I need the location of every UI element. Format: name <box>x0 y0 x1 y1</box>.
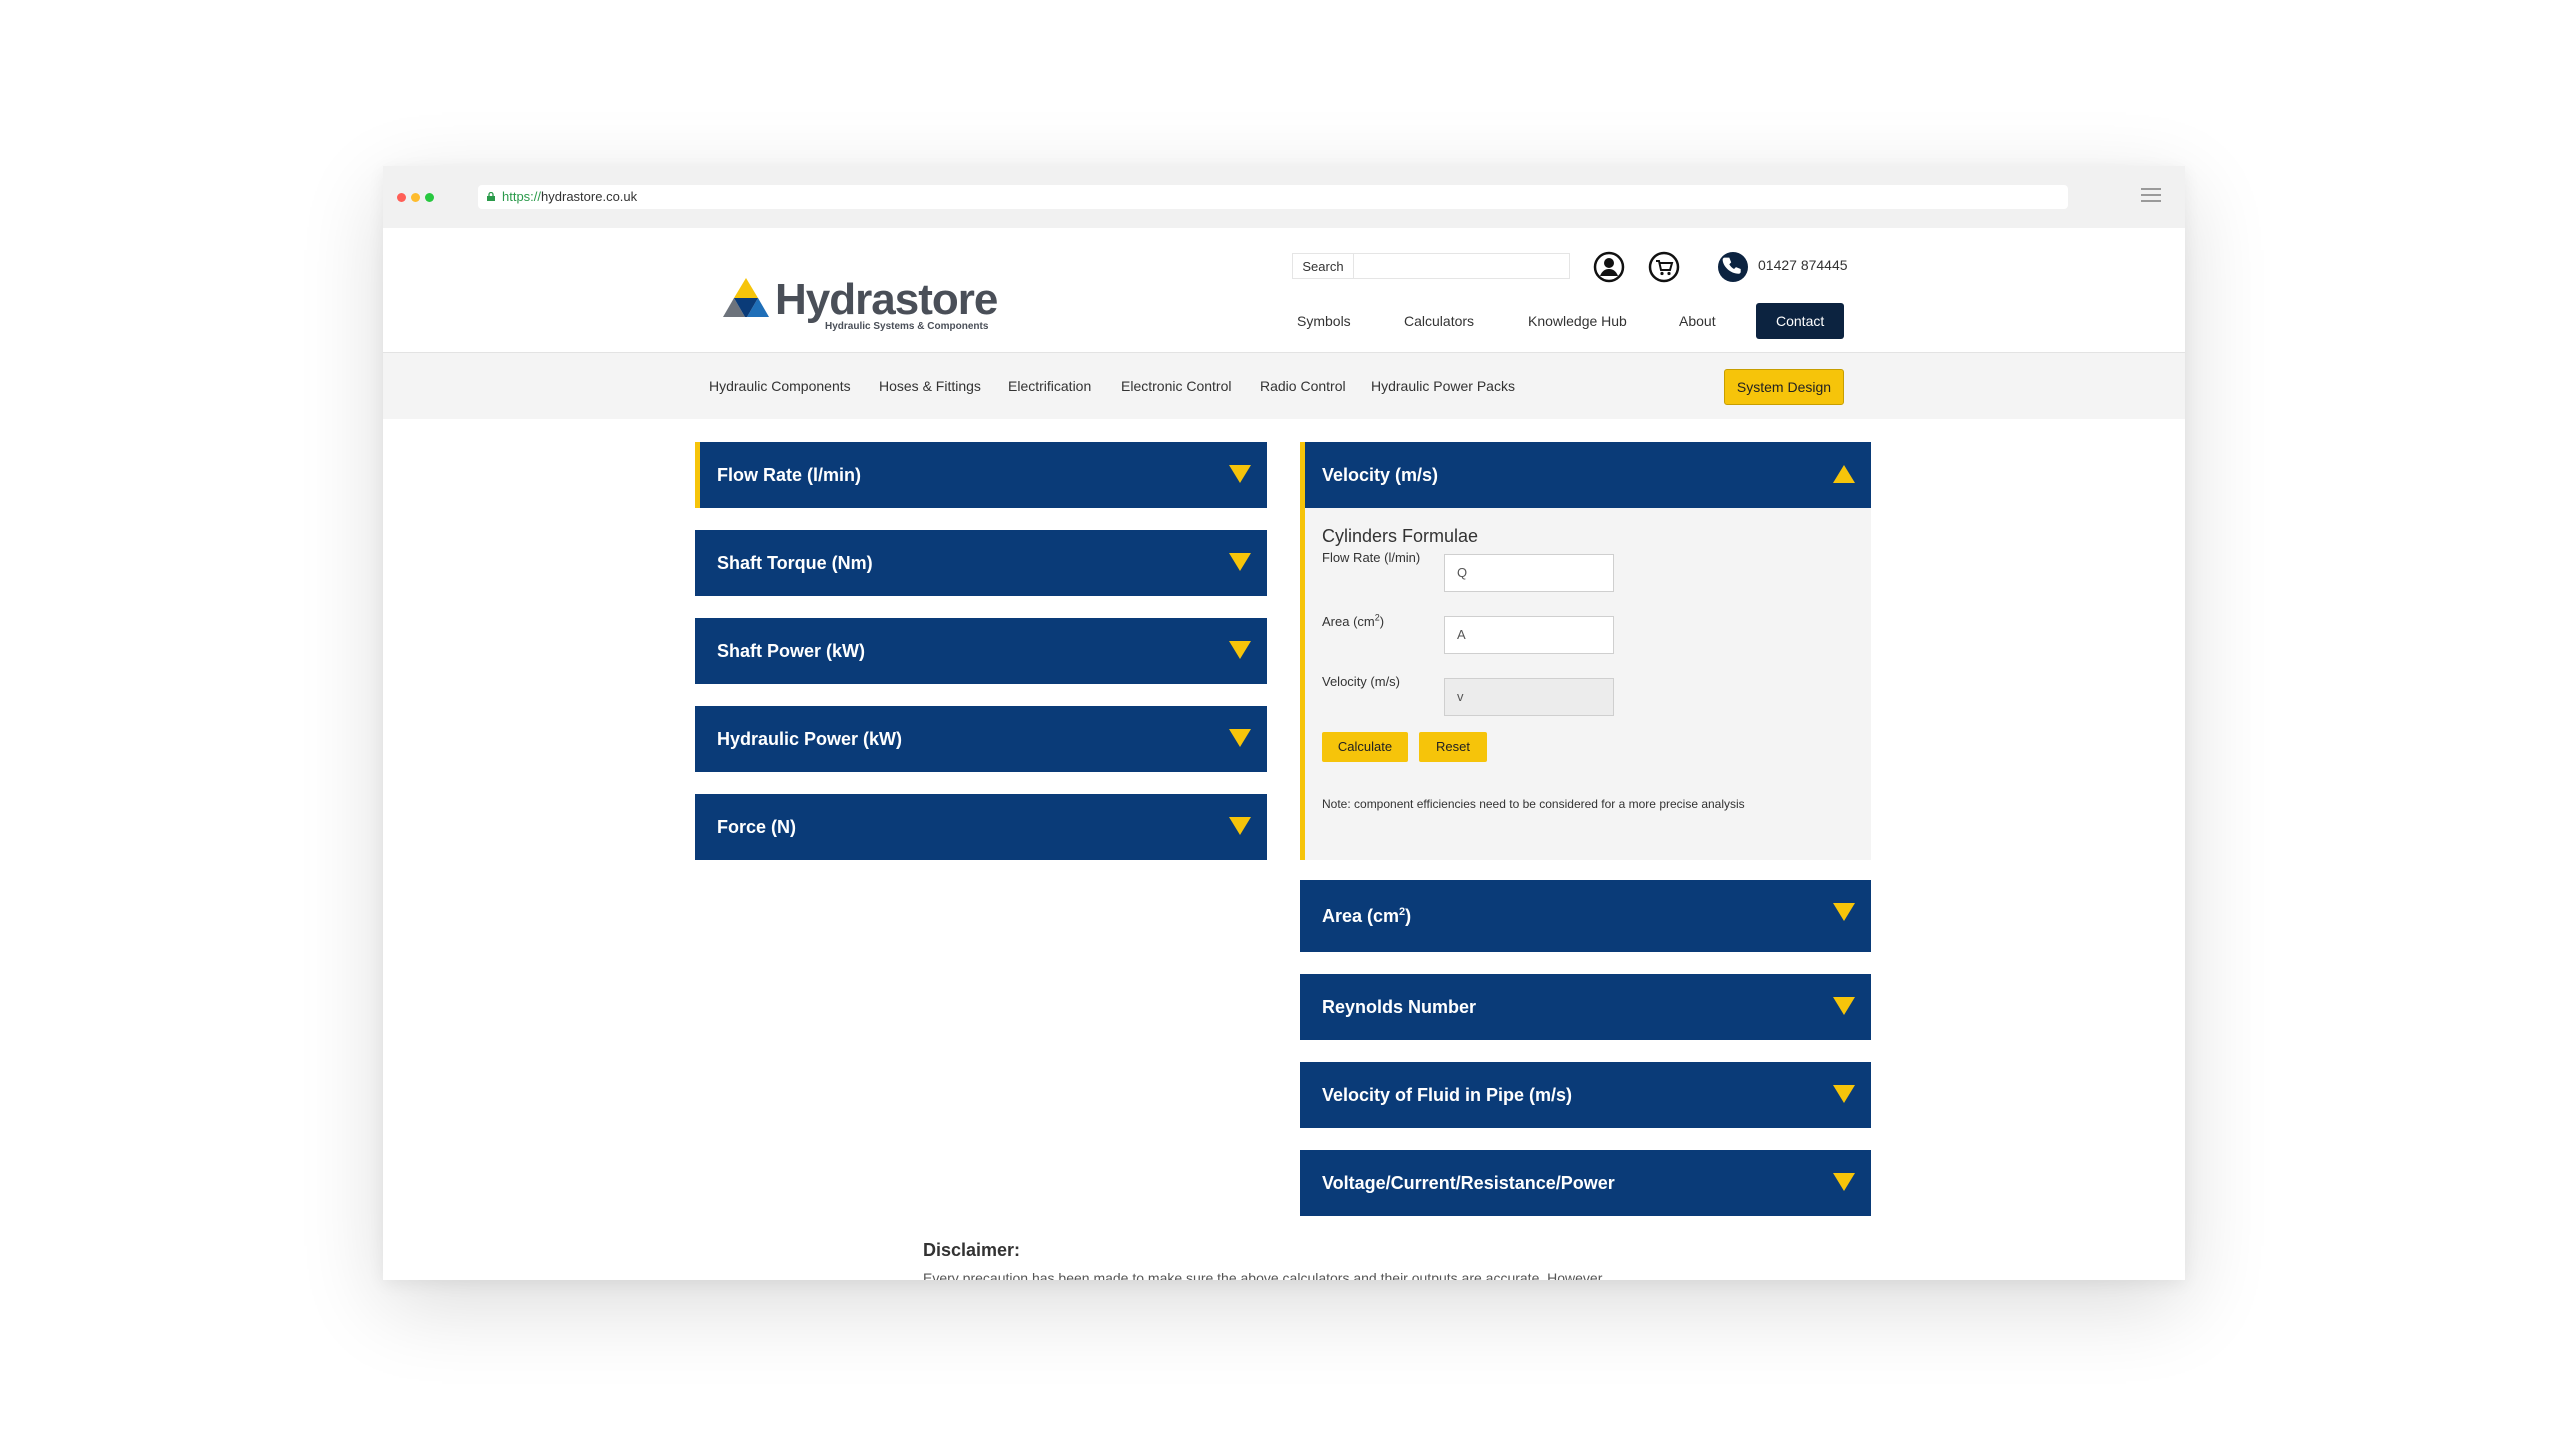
nav-symbols[interactable]: Symbols <box>1297 303 1351 339</box>
category-electrification[interactable]: Electrification <box>1008 353 1091 419</box>
logo-wordmark: Hydrastore <box>775 275 998 324</box>
phone-number[interactable]: 01427 874445 <box>1758 257 1848 273</box>
area-input[interactable]: A <box>1444 616 1614 654</box>
reset-button[interactable]: Reset <box>1419 732 1487 762</box>
disclaimer-heading: Disclaimer: <box>923 1240 1021 1260</box>
hydrastore-logo[interactable]: Hydrastore Hydraulic Systems & Component… <box>723 274 1023 336</box>
system-design-button[interactable]: System Design <box>1724 369 1844 405</box>
accordion-title: Voltage/Current/Resistance/Power <box>1322 1173 1615 1193</box>
chevron-down-icon <box>1229 465 1251 483</box>
category-radio-control[interactable]: Radio Control <box>1260 353 1346 419</box>
flow-rate-label: Flow Rate (l/min) <box>1322 550 1421 565</box>
accordion-flow-rate[interactable]: Flow Rate (l/min) <box>695 442 1267 508</box>
accordion-shaft-power[interactable]: Shaft Power (kW) <box>695 618 1267 684</box>
chevron-down-icon <box>1229 553 1251 571</box>
nav-knowledge-hub[interactable]: Knowledge Hub <box>1528 303 1627 339</box>
accordion-voltage-current[interactable]: Voltage/Current/Resistance/Power <box>1300 1150 1871 1216</box>
category-hydraulic-components[interactable]: Hydraulic Components <box>709 353 851 419</box>
chevron-down-icon <box>1833 997 1855 1015</box>
velocity-output-field[interactable]: v <box>1444 678 1614 716</box>
browser-window: https://hydrastore.co.uk Hydrastore Hydr… <box>383 166 2185 1280</box>
maximize-window-dot[interactable] <box>425 193 434 202</box>
phone-icon[interactable] <box>1717 251 1749 283</box>
category-electronic-control[interactable]: Electronic Control <box>1121 353 1232 419</box>
accordion-title: Hydraulic Power (kW) <box>717 729 903 749</box>
url-protocol: https:// <box>502 189 542 204</box>
nav-calculators[interactable]: Calculators <box>1404 303 1474 339</box>
accordion-title: Velocity of Fluid in Pipe (m/s) <box>1322 1085 1573 1105</box>
site-header: Hydrastore Hydraulic Systems & Component… <box>383 228 2185 353</box>
flow-rate-input[interactable]: Q <box>1444 554 1614 592</box>
logo-mark-icon <box>723 278 769 317</box>
chevron-down-icon <box>1833 1173 1855 1191</box>
browser-toolbar: https://hydrastore.co.uk <box>383 166 2185 228</box>
chevron-down-icon <box>1833 903 1855 921</box>
chevron-down-icon <box>1229 817 1251 835</box>
accordion-force[interactable]: Force (N) <box>695 794 1267 860</box>
account-icon[interactable] <box>1593 251 1625 283</box>
accordion-title: Shaft Torque (Nm) <box>717 553 873 573</box>
minimize-window-dot[interactable] <box>411 193 420 202</box>
velocity-calculator-panel: Cylinders Formulae Flow Rate (l/min) Q A… <box>1300 508 1871 860</box>
accordion-velocity[interactable]: Velocity (m/s) <box>1300 442 1871 508</box>
url-host: hydrastore.co.uk <box>541 189 638 204</box>
accordion-hydraulic-power[interactable]: Hydraulic Power (kW) <box>695 706 1267 772</box>
category-hydraulic-power-packs[interactable]: Hydraulic Power Packs <box>1371 353 1515 419</box>
disclaimer-text: Every precaution has been made to make s… <box>923 1270 1606 1280</box>
accordion-title: Shaft Power (kW) <box>717 641 866 661</box>
logo-subtitle: Hydraulic Systems & Components <box>825 321 989 332</box>
nav-about[interactable]: About <box>1679 303 1716 339</box>
chevron-up-icon <box>1833 465 1855 483</box>
calculate-button[interactable]: Calculate <box>1322 732 1408 762</box>
hamburger-menu-icon[interactable] <box>2141 188 2161 204</box>
category-nav: Hydraulic Components Hoses & Fittings El… <box>383 353 2185 419</box>
lock-icon <box>487 192 495 201</box>
accordion-shaft-torque[interactable]: Shaft Torque (Nm) <box>695 530 1267 596</box>
search-label: Search <box>1292 253 1354 279</box>
search-input[interactable] <box>1354 253 1570 279</box>
cart-icon[interactable] <box>1648 251 1680 283</box>
panel-title: Cylinders Formulae <box>1322 526 1479 546</box>
accordion-title: Force (N) <box>717 817 797 837</box>
chevron-down-icon <box>1229 641 1251 659</box>
accordion-title: Reynolds Number <box>1322 997 1477 1017</box>
accordion-title: Velocity (m/s) <box>1322 465 1439 485</box>
accordion-velocity-fluid-pipe[interactable]: Velocity of Fluid in Pipe (m/s) <box>1300 1062 1871 1128</box>
close-window-dot[interactable] <box>397 193 406 202</box>
category-hoses-fittings[interactable]: Hoses & Fittings <box>879 353 981 419</box>
accordion-title: Flow Rate (l/min) <box>717 465 861 485</box>
accordion-title: Area (cm2) <box>1322 906 1412 926</box>
address-bar[interactable]: https://hydrastore.co.uk <box>478 185 2068 209</box>
chevron-down-icon <box>1229 729 1251 747</box>
contact-button[interactable]: Contact <box>1756 303 1845 339</box>
accordion-area[interactable]: Area (cm2) <box>1300 880 1871 952</box>
area-label: Area (cm2) <box>1322 612 1385 629</box>
accordion-reynolds-number[interactable]: Reynolds Number <box>1300 974 1871 1040</box>
chevron-down-icon <box>1833 1085 1855 1103</box>
velocity-label: Velocity (m/s) <box>1322 674 1401 689</box>
efficiency-note: Note: component efficiencies need to be … <box>1322 797 1745 811</box>
